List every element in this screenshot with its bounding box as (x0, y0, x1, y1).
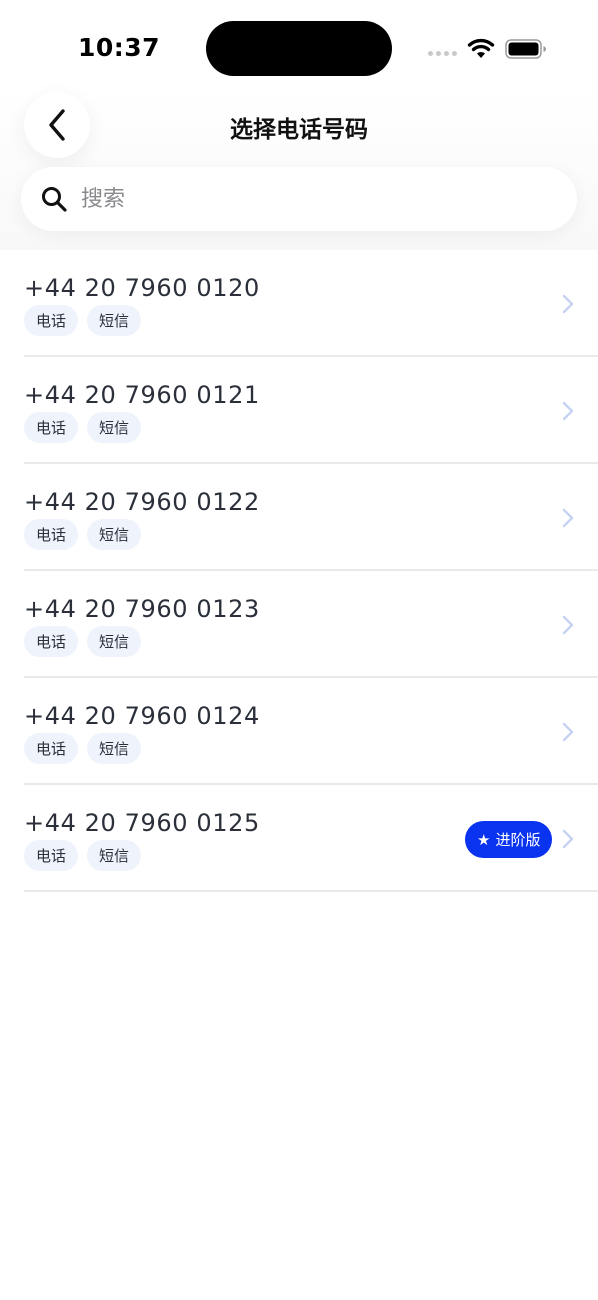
phone-number-row[interactable]: +44 20 7960 0124 电话 短信 (24, 678, 598, 785)
phone-number: +44 20 7960 0122 (24, 488, 260, 516)
tag-sms: 短信 (87, 519, 142, 550)
tag-sms: 短信 (87, 305, 142, 336)
tag-call: 电话 (24, 840, 79, 871)
phone-number-row[interactable]: +44 20 7960 0120 电话 短信 (24, 250, 598, 357)
capability-tags: 电话 短信 (24, 305, 142, 336)
tag-call: 电话 (24, 626, 79, 657)
phone-number: +44 20 7960 0120 (24, 274, 260, 302)
page-title: 选择电话号码 (230, 117, 368, 143)
chevron-right-icon (562, 615, 574, 635)
phone-number-row[interactable]: +44 20 7960 0121 电话 短信 (24, 357, 598, 464)
header: 选择电话号码 (0, 88, 598, 250)
status-bar: 10:37 (0, 0, 598, 96)
phone-number: +44 20 7960 0123 (24, 595, 260, 623)
phone-number-row[interactable]: +44 20 7960 0123 电话 短信 (24, 571, 598, 678)
phone-number: +44 20 7960 0125 (24, 809, 260, 837)
chevron-right-icon (562, 508, 574, 528)
tag-call: 电话 (24, 412, 79, 443)
phone-number: +44 20 7960 0121 (24, 381, 260, 409)
premium-badge[interactable]: ★ 进阶版 (465, 821, 553, 858)
search-icon (42, 187, 67, 212)
chevron-right-icon (562, 829, 574, 849)
tag-call: 电话 (24, 519, 79, 550)
tag-call: 电话 (24, 305, 79, 336)
star-icon: ★ (477, 830, 491, 849)
phone-number-row[interactable]: +44 20 7960 0122 电话 短信 (24, 464, 598, 571)
status-time: 10:37 (78, 33, 161, 62)
chevron-right-icon (562, 294, 574, 314)
premium-badge-label: 进阶版 (495, 831, 541, 849)
tag-sms: 短信 (87, 626, 142, 657)
chevron-right-icon (562, 722, 574, 742)
chevron-right-icon (562, 401, 574, 421)
search-input[interactable] (81, 186, 521, 212)
phone-number-row[interactable]: +44 20 7960 0125 电话 短信 ★ 进阶版 (24, 785, 598, 892)
capability-tags: 电话 短信 (24, 412, 142, 443)
tag-call: 电话 (24, 733, 79, 764)
capability-tags: 电话 短信 (24, 733, 142, 764)
search-box[interactable] (21, 167, 577, 231)
capability-tags: 电话 短信 (24, 626, 142, 657)
dynamic-island (206, 21, 392, 76)
battery-icon (505, 39, 546, 59)
tag-sms: 短信 (87, 412, 142, 443)
capability-tags: 电话 短信 (24, 519, 142, 550)
phone-number: +44 20 7960 0124 (24, 702, 260, 730)
phone-number-list: +44 20 7960 0120 电话 短信 +44 20 7960 0121 电话 短信… (0, 250, 598, 892)
tag-sms: 短信 (87, 733, 142, 764)
capability-tags: 电话 短信 (24, 840, 142, 871)
wifi-icon (467, 38, 495, 58)
cellular-signal-icon (428, 51, 457, 56)
tag-sms: 短信 (87, 840, 142, 871)
